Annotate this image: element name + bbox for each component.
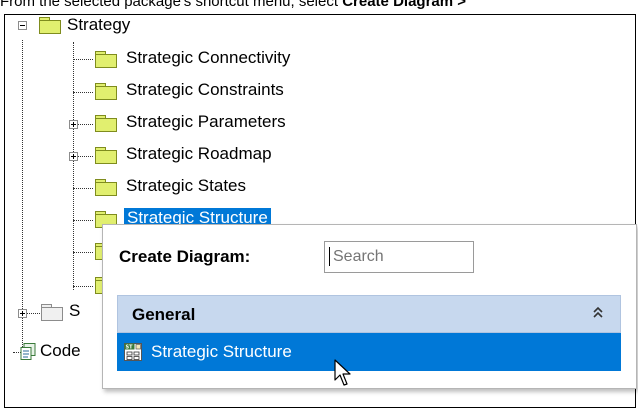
collapse-chevron-icon[interactable]	[592, 305, 604, 321]
package-folder-icon	[39, 17, 61, 34]
tree-node-strategic-roadmap[interactable]: Strategic Roadmap	[126, 144, 272, 164]
search-input[interactable]	[324, 241, 474, 273]
instruction-bold: Create Diagram >	[342, 0, 467, 10]
tree-node-strategic-constraints[interactable]: Strategic Constraints	[126, 80, 284, 100]
tree-node-partial[interactable]: S	[69, 301, 80, 321]
tree-line	[73, 286, 93, 287]
text-cursor	[329, 247, 330, 266]
expand-toggle[interactable]	[69, 152, 78, 161]
tree-node-code[interactable]: Code	[40, 341, 81, 361]
popup-title: Create Diagram:	[119, 247, 251, 266]
package-folder-icon	[95, 147, 117, 164]
collapse-toggle[interactable]	[18, 21, 27, 30]
tree-line	[22, 40, 23, 355]
tree-line	[73, 252, 93, 253]
package-folder-icon	[95, 51, 117, 68]
mouse-pointer-icon	[334, 359, 351, 386]
tree-node-strategic-connectivity[interactable]: Strategic Connectivity	[126, 48, 290, 68]
menu-item-label: Strategic Structure	[151, 342, 292, 361]
tree-line	[73, 92, 93, 93]
tree-line	[73, 220, 93, 221]
code-engineering-icon	[20, 343, 36, 360]
menu-item-strategic-structure[interactable]: ST Strategic Structure	[117, 333, 621, 386]
expand-toggle[interactable]	[69, 120, 78, 129]
expand-toggle[interactable]	[18, 309, 27, 318]
package-folder-icon	[41, 304, 63, 321]
tree-line	[73, 59, 93, 60]
svg-text:ST: ST	[126, 345, 134, 351]
group-header-general[interactable]: General	[117, 295, 621, 333]
package-folder-icon	[95, 179, 117, 196]
group-label: General	[132, 305, 196, 324]
package-folder-icon	[95, 83, 117, 100]
package-folder-icon	[95, 115, 117, 132]
tree-node-strategy[interactable]: Strategy	[67, 15, 130, 35]
tree-line	[73, 188, 93, 189]
tree-node-strategic-states[interactable]: Strategic States	[126, 176, 246, 196]
instruction-prefix: From the selected package's shortcut men…	[0, 0, 343, 10]
strategic-structure-diagram-icon: ST	[124, 343, 142, 361]
tree-node-strategic-parameters[interactable]: Strategic Parameters	[126, 112, 286, 132]
create-diagram-popup: Create Diagram: General ST Strategic Str…	[102, 224, 637, 389]
instruction-text: From the selected package's shortcut men…	[0, 0, 638, 10]
